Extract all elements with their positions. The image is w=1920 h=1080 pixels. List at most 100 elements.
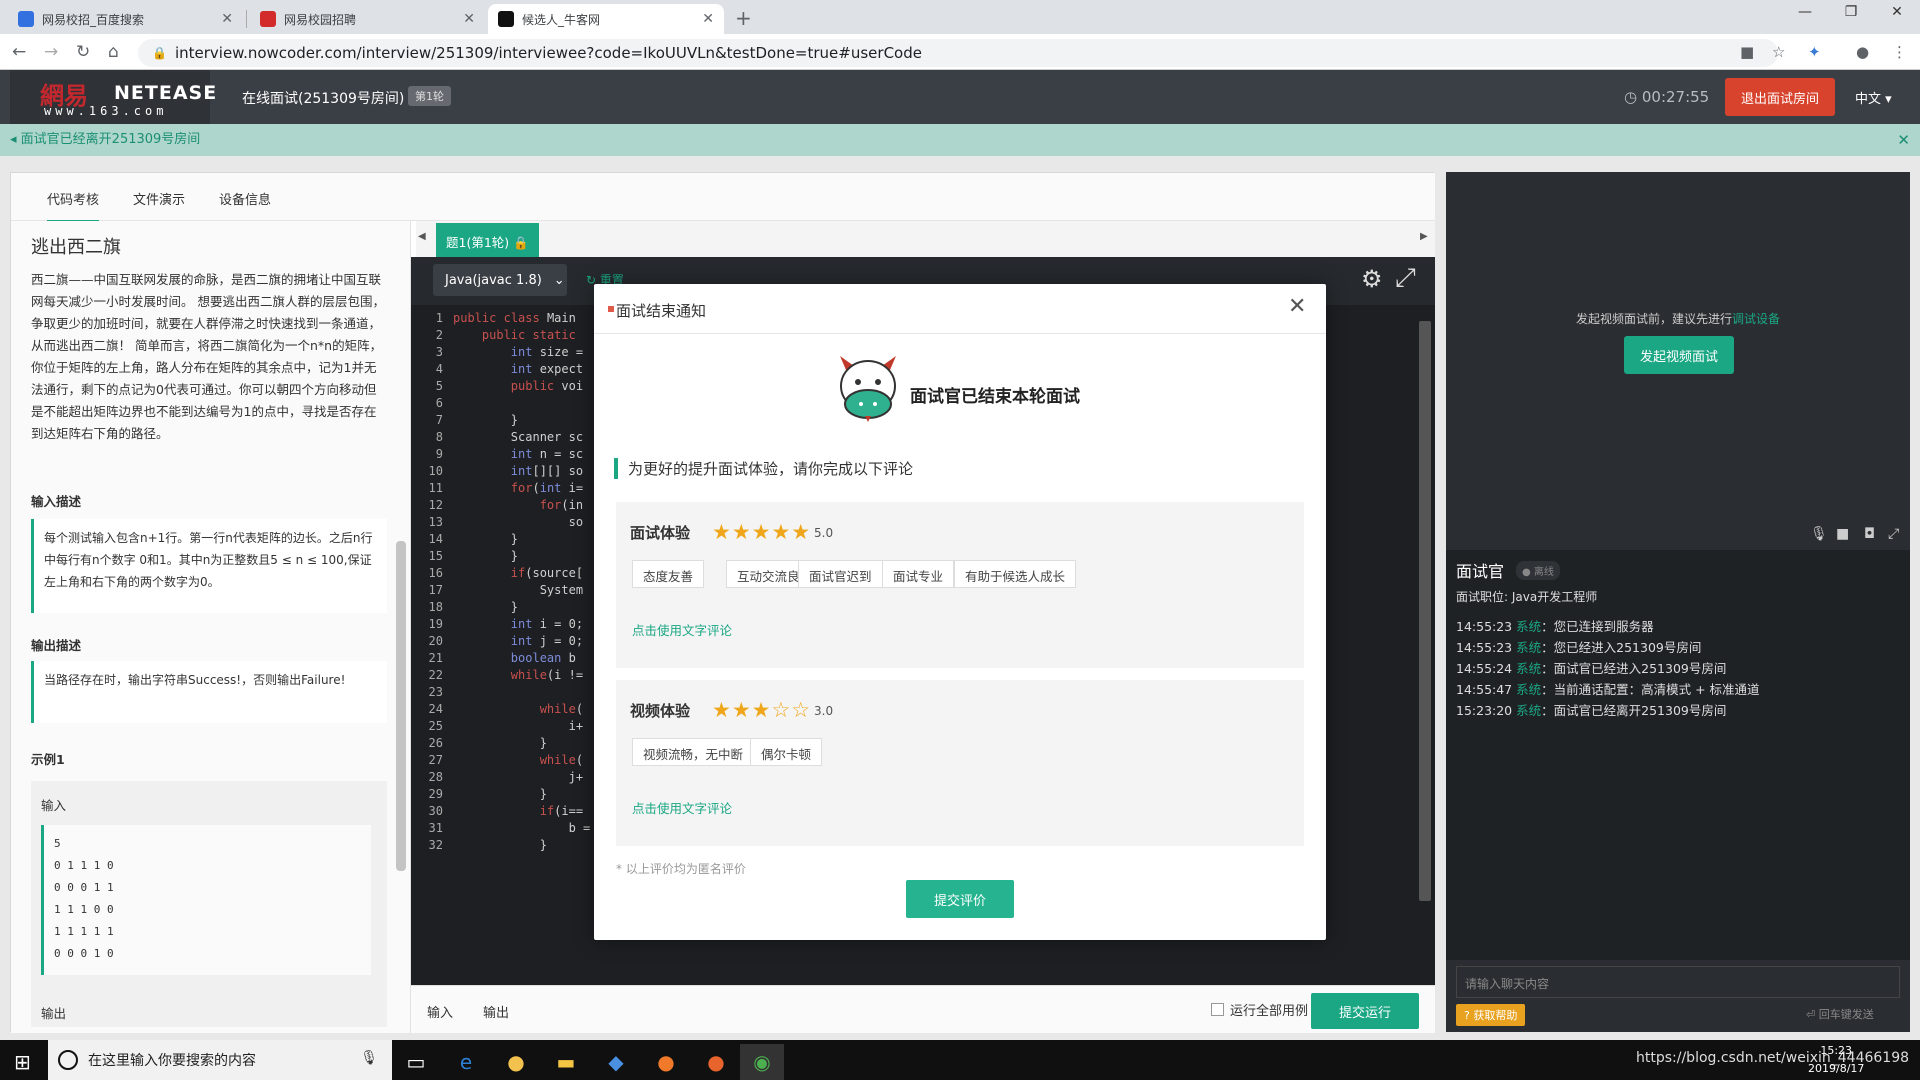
input-tab[interactable]: 输入 [427, 1002, 453, 1021]
chrome-icon[interactable]: ◉ [740, 1044, 784, 1080]
checkbox-box[interactable] [1211, 1003, 1224, 1016]
tag-chip[interactable]: 态度友善 [632, 560, 705, 588]
netease-icon [260, 11, 276, 27]
chat-message: 14:55:47 系统：当前通话配置：高清模式 + 标准通道 [1456, 682, 1760, 697]
output-tab[interactable]: 输出 [483, 1002, 509, 1021]
chat-input[interactable]: 请输入聊天内容 [1456, 966, 1900, 998]
taskbar-clock[interactable]: 15:23 2019/8/17 [1808, 1042, 1864, 1078]
interview-experience-section: 面试体验 ★★★★★ 5.0 态度友善 互动交流良好 面试官迟到 面试专业 有助… [616, 502, 1304, 668]
browser-tab-nowcoder[interactable]: 候选人_牛客网 ✕ [488, 4, 724, 34]
tag-chip[interactable]: 偶尔卡顿 [750, 738, 823, 766]
video-camera-icon[interactable]: ■ [1836, 526, 1849, 542]
debug-device-link[interactable]: 调试设备 [1732, 312, 1780, 326]
home-icon[interactable]: ⌂ [108, 42, 119, 62]
postman-icon[interactable]: ● [644, 1044, 688, 1080]
tag-chip[interactable]: 视频流畅，无中断 [632, 738, 755, 766]
interview-ended-text: 面试官已结束本轮面试 [910, 387, 1080, 407]
timer-text: 00:27:55 [1641, 88, 1710, 106]
line-number: 17 [428, 583, 443, 597]
help-button[interactable]: ? 获取帮助 [1456, 1004, 1526, 1026]
text-comment-link[interactable]: 点击使用文字评论 [632, 798, 732, 817]
line-number: 9 [435, 447, 443, 461]
microphone-icon[interactable]: 🎙 [360, 1050, 378, 1066]
submit-run-button[interactable]: 提交运行 [1311, 993, 1419, 1029]
browser-tab-netease-campus[interactable]: 网易校园招聘 ✕ [250, 4, 485, 34]
browser-tab-baidu[interactable]: 网易校招_百度搜索 ✕ [8, 4, 243, 34]
language-value: Java(javac 1.8) [445, 272, 542, 288]
submit-evaluation-button[interactable]: 提交评价 [906, 880, 1014, 918]
section-title: 面试体验 [630, 524, 691, 542]
line-number: 25 [428, 719, 443, 733]
expand-icon[interactable]: ⤢ [1888, 526, 1899, 542]
code-line: if(source[ [510, 566, 584, 580]
restore-icon[interactable]: ❐ [1828, 4, 1874, 20]
tag-chip[interactable]: 面试官迟到 [798, 560, 883, 588]
exit-room-button[interactable]: 退出面试房间 [1725, 78, 1835, 116]
tag-chip[interactable]: 有助于候选人成长 [954, 560, 1077, 588]
modal-title: 面试结束通知 [607, 302, 707, 320]
sample-box: 输入 5 0 1 1 1 0 0 0 0 1 1 1 1 1 0 0 1 1 1… [31, 781, 387, 1027]
code-line: public voi [510, 379, 584, 393]
url-field[interactable]: 🔒 interview.nowcoder.com/interview/25130… [138, 39, 1778, 67]
star-rating[interactable]: ★★★☆☆ [712, 698, 811, 722]
run-all-label: 运行全部用例 [1230, 1004, 1309, 1019]
text-comment-link[interactable]: 点击使用文字评论 [632, 620, 732, 639]
language-dropdown[interactable]: Java(javac 1.8) ⌄ [433, 264, 567, 296]
enter-hint: ⏎ 回车键发送 [1806, 1008, 1874, 1021]
close-icon[interactable]: ✕ [463, 11, 475, 27]
window-close-icon[interactable]: ✕ [1874, 4, 1920, 20]
scroll-left-icon[interactable]: ◀ [418, 231, 426, 242]
extension-icon[interactable]: ✦ [1808, 43, 1821, 61]
camera-blocked-icon[interactable]: ■ [1740, 43, 1754, 61]
close-icon[interactable]: ✕ [1288, 294, 1306, 319]
scroll-right-icon[interactable]: ▶ [1420, 231, 1428, 242]
run-all-checkbox[interactable]: 运行全部用例 [1211, 1000, 1308, 1019]
clock-icon: ◷ [1624, 88, 1642, 106]
rating-score: 5.0 [814, 526, 834, 540]
forward-icon[interactable]: → [44, 42, 58, 62]
code-scrollbar[interactable] [1419, 321, 1431, 901]
close-icon[interactable]: ✕ [702, 11, 714, 27]
right-panel: 发起视频面试前，建议先进行调试设备 发起视频面试 🎙 ■ ◘ ⤢ 面试官 ● 离… [1446, 172, 1910, 1032]
edge-icon[interactable]: e [444, 1044, 488, 1080]
qq-icon[interactable]: ● [494, 1044, 538, 1080]
close-notice-icon[interactable]: ✕ [1897, 124, 1910, 156]
profile-avatar-icon[interactable]: ● [1856, 43, 1869, 61]
app-icon[interactable]: ◆ [594, 1044, 638, 1080]
netease-logo: 網易 NETEASE www.163.com [10, 70, 216, 124]
microphone-icon[interactable]: 🎙 [1810, 526, 1828, 542]
star-rating[interactable]: ★★★★★ [712, 520, 811, 544]
taskbar-search[interactable]: 在这里输入你要搜索的内容 🎙 [48, 1040, 392, 1080]
code-line: if(i== [539, 804, 584, 818]
question-tab[interactable]: 题1(第1轮) 🔒 [436, 223, 539, 257]
close-icon[interactable]: ✕ [221, 11, 233, 27]
browser-tab-label: 网易校招_百度搜索 [42, 12, 145, 27]
minimize-icon[interactable]: — [1782, 4, 1828, 20]
output-description: 当路径存在时，输出字符串Success!，否则输出Failure! [31, 661, 387, 723]
tag-chip[interactable]: 面试专业 [882, 560, 955, 588]
back-icon[interactable]: ← [12, 42, 26, 62]
code-line: public class Main [453, 311, 576, 325]
reload-icon[interactable]: ↻ [76, 42, 90, 62]
interview-end-modal: 面试结束通知 ✕ 面试官已结束本轮面试 为更好的提升面试体验，请你完成以下评论 … [594, 284, 1326, 940]
code-line: int size = [510, 345, 584, 359]
tab-file-demo[interactable]: 文件演示 [133, 189, 185, 208]
task-view-icon[interactable]: ▭ [394, 1044, 438, 1080]
camera-icon[interactable]: ◘ [1864, 526, 1875, 542]
bookmark-star-icon[interactable]: ☆ [1772, 43, 1785, 61]
chat-message: 14:55:23 系统：您已经进入251309号房间 [1456, 640, 1702, 655]
feedback-prompt: 为更好的提升面试体验，请你完成以下评论 [614, 458, 913, 479]
new-tab-icon[interactable]: + [735, 6, 752, 30]
gear-icon[interactable]: ⚙ [1361, 265, 1383, 293]
menu-kebab-icon[interactable]: ⋮ [1892, 43, 1907, 61]
file-explorer-icon[interactable]: ▬ [544, 1044, 588, 1080]
example-heading: 示例1 [31, 752, 65, 767]
tab-code-assessment[interactable]: 代码考核 [47, 189, 100, 222]
windows-start-icon[interactable]: ⊞ [14, 1050, 31, 1074]
tab-device-info[interactable]: 设备信息 [219, 189, 271, 208]
question-scrollbar[interactable] [396, 541, 406, 871]
fullscreen-icon[interactable]: ⤢ [1395, 263, 1416, 294]
firefox-icon[interactable]: ● [694, 1044, 738, 1080]
start-video-button[interactable]: 发起视频面试 [1624, 336, 1734, 374]
language-select[interactable]: 中文 ▾ [1855, 88, 1892, 107]
